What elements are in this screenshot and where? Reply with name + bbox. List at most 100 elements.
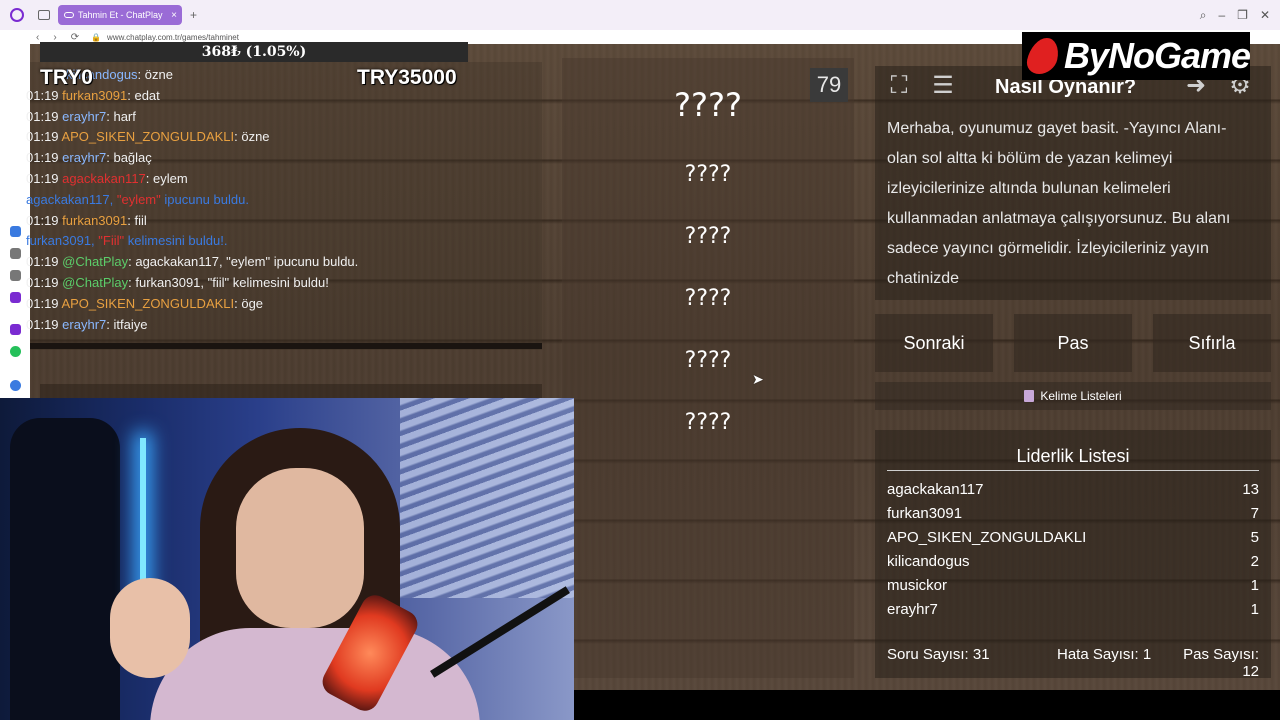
chat-time: 01:19 [26,129,59,145]
chat-time: 01:19 [26,316,59,332]
next-button[interactable]: Sonraki [875,314,993,372]
leaderboard-row: agackakan117 13 [887,481,1259,503]
chat-username[interactable]: furkan3091 [62,213,127,228]
question-count: Soru Sayısı: 31 [887,646,990,663]
lock-icon: 🔒 [91,32,102,42]
fullscreen-icon[interactable]: ⛶ [883,70,915,102]
chat-username[interactable]: @ChatPlay [62,275,128,290]
chat-username[interactable]: erayhr7 [62,109,106,124]
howto-text: Merhaba, oyunumuz gayet basit. -Yayıncı … [887,120,1231,287]
chat-message: 01:19 erayhr7: bağlaç [26,150,152,165]
tab-title: Tahmin Et - ChatPlay [78,10,163,20]
window-blinds [400,398,574,598]
chat-message: 01:19 APO_SIKEN_ZONGULDAKLI: öge [26,296,263,311]
leaderboard-row: musickor 1 [887,577,1259,599]
settings-icon[interactable] [10,380,21,391]
leaderboard-score: 1 [1250,601,1259,618]
chat-message: 01:19 erayhr7: itfaiye [26,317,147,332]
word-lists-button[interactable]: Kelime Listeleri [875,382,1271,410]
browser-tab[interactable]: Tahmin Et - ChatPlay × [58,5,182,25]
twitch-icon[interactable] [10,324,21,335]
search-tabs-icon[interactable]: ⌕ [1200,8,1207,23]
hint-word: ???? [684,162,732,187]
workspaces-icon[interactable] [38,10,50,20]
leaderboard-row: kilicandogus 2 [887,553,1259,575]
chat-text: : harf [106,108,136,124]
leaderboard-name: kilicandogus [887,553,970,570]
chat-text: : özne [234,129,270,145]
chat-message: 01:19 APO_SIKEN_ZONGULDAKLI: özne [26,129,270,144]
leaderboard-name: furkan3091 [887,505,963,522]
brand-name: ByNoGame [1063,35,1251,76]
hint-word: ???? [684,286,732,311]
chat-text: : eylem [145,171,188,186]
nav-buttons: ‹ › ⟳ [36,32,79,43]
leaderboard-score: 13 [1242,481,1259,498]
chat-text: : edat [127,87,160,103]
leaderboard-row: erayhr7 1 [887,601,1259,623]
chat-notice-text: kelimesini buldu!. [124,233,228,249]
chat-time: 01:19 [26,295,59,311]
document-icon[interactable]: ☰ [927,70,959,102]
bynogame-logo: ByNoGame [1022,32,1251,80]
messenger-icon[interactable] [10,226,21,237]
url-field[interactable]: www.chatplay.com.tr/games/tahminet [107,33,239,42]
chat-text: : itfaiye [106,316,148,332]
pass-count: Pas Sayısı: 12 [1183,646,1259,680]
chat-username[interactable]: APO_SIKEN_ZONGULDAKLI [61,129,234,144]
tab-close-icon[interactable]: × [171,10,177,21]
webcam-feed [0,398,574,720]
chat-username[interactable]: erayhr7 [62,317,106,332]
chat-username[interactable]: @ChatPlay [62,254,128,269]
streamer-face [236,468,364,628]
reset-button[interactable]: Sıfırla [1153,314,1271,372]
chat-text: : bağlaç [106,150,152,166]
screen: Tahmin Et - ChatPlay × + ⌕ – ❐ ✕ ‹ › ⟳ 🔒… [0,0,1280,720]
browser-logo-icon[interactable] [10,8,24,22]
book-icon [1024,390,1035,402]
back-button[interactable]: ‹ [36,32,39,43]
leaderboard-divider [887,470,1259,471]
chat-message: 01:19 @ChatPlay: furkan3091, "fiil" keli… [26,275,329,290]
chat-text: : furkan3091, "fiil" kelimesini buldu! [128,275,329,290]
leaderboard-score: 7 [1250,505,1259,522]
hint-word: ???? [684,224,732,249]
chat-username[interactable]: furkan3091 [62,88,127,103]
whatsapp-icon[interactable] [10,346,21,357]
chat-username[interactable]: APO_SIKEN_ZONGULDAKLI [61,296,234,311]
pass-button[interactable]: Pas [1014,314,1132,372]
chat-time: 01:19 [26,150,59,166]
browser-tab-bar: Tahmin Et - ChatPlay × + ⌕ – ❐ ✕ [0,0,1280,30]
leaderboard-score: 5 [1250,529,1259,546]
mouse-cursor-icon: ➤ [752,371,764,387]
chat-notice-text: ipucunu buldu. [160,191,249,207]
new-tab-button[interactable]: + [190,8,197,22]
leaderboard-score: 2 [1250,553,1259,570]
close-window-button[interactable]: ✕ [1260,8,1270,22]
chat-message: 01:19 agackakan117: eylem [26,171,188,186]
chat-username[interactable]: agackakan117 [62,171,146,186]
streamer-hoodie [150,628,480,720]
chat-notice-user: furkan3091, [26,233,95,249]
chat-time: 01:19 [26,108,59,124]
bynogame-logo-icon [1024,38,1062,74]
forward-button[interactable]: › [53,32,56,43]
window-controls: ⌕ – ❐ ✕ [1200,0,1280,30]
leaderboard-name: APO_SIKEN_ZONGULDAKLI [887,529,1087,546]
stats-row: Soru Sayısı: 31 Hata Sayısı: 1 Pas Sayıs… [887,646,1259,680]
streamer-hand [110,578,190,678]
chat-username[interactable]: erayhr7 [62,150,106,165]
sidebar-app-icon[interactable] [10,270,21,281]
minimize-button[interactable]: – [1218,8,1225,22]
sidebar-app-icon[interactable] [10,292,21,303]
sidebar-app-icon[interactable] [10,248,21,259]
donation-progress: 368₺ (1.05%) [40,42,468,62]
chat-message: 01:19 @ChatPlay: agackakan117, "eylem" i… [26,254,358,269]
timer-badge: 79 [810,68,848,102]
maximize-button[interactable]: ❐ [1237,8,1248,22]
reload-button[interactable]: ⟳ [71,32,79,43]
chat-notice-user: agackakan117, [26,191,114,207]
chat-text: : öge [234,295,264,311]
word-lists-label: Kelime Listeleri [1040,389,1122,403]
chat-message: 01:19 furkan3091: fiil [26,213,147,228]
